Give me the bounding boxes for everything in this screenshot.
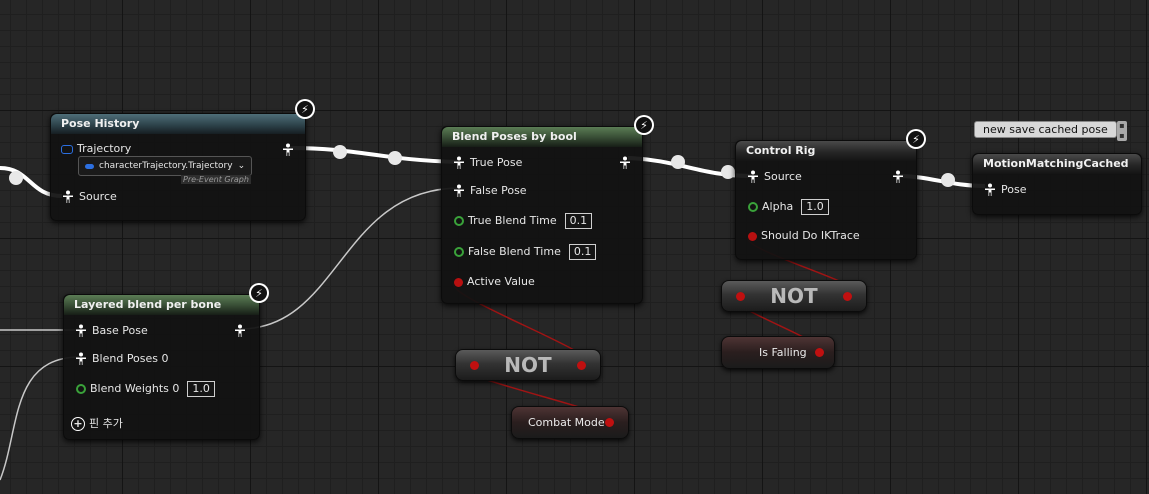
should-do-iktrace-label: Should Do IKTrace (761, 229, 860, 242)
false-blend-time-pin-row[interactable]: False Blend Time 0.1 (454, 244, 597, 260)
pose-pin-icon[interactable] (61, 190, 75, 204)
pose-pin-icon[interactable] (74, 324, 88, 338)
false-pose-label: False Pose (470, 184, 527, 197)
pose-pin-icon[interactable] (452, 184, 466, 198)
trajectory-pin-row[interactable]: Trajectory (61, 141, 131, 157)
is-falling-variable[interactable]: Is Falling (721, 336, 835, 369)
layered-blend-per-bone-node[interactable]: Layered blend per bone Base Pose Blend P… (63, 294, 260, 440)
base-pose-pin-row[interactable]: Base Pose (74, 323, 148, 339)
pre-event-label: Pre-Event Graph (181, 175, 251, 184)
false-blend-time-input[interactable]: 0.1 (568, 244, 597, 260)
trajectory-value: characterTrajectory.Trajectory (99, 161, 233, 171)
fast-path-icon: ⚡ (634, 115, 654, 135)
blend-weights-0-pin-row[interactable]: Blend Weights 0 1.0 (76, 381, 215, 397)
struct-pin-icon[interactable] (61, 144, 73, 154)
node-comment-bubble[interactable]: new save cached pose (974, 121, 1117, 138)
should-do-iktrace-pin-row[interactable]: Should Do IKTrace (748, 228, 860, 244)
combat-mode-variable[interactable]: Combat Mode (511, 406, 629, 439)
blend-poses-by-bool-node[interactable]: Blend Poses by bool True Pose False Pose… (441, 126, 643, 304)
blend-weights-0-input[interactable]: 1.0 (187, 381, 215, 397)
true-blend-time-pin-row[interactable]: True Blend Time 0.1 (454, 213, 593, 229)
node-title: Blend Poses by bool (442, 127, 642, 147)
trajectory-dropdown[interactable]: characterTrajectory.Trajectory ⌄ (78, 156, 253, 176)
add-pin-button[interactable]: + 핀 추가 (71, 416, 123, 432)
wire-knot (388, 151, 402, 165)
not-label: NOT (770, 284, 818, 308)
wire-knot (941, 173, 955, 187)
struct-icon (85, 163, 94, 169)
pose-history-node[interactable]: Pose History Trajectory characterTraject… (50, 113, 306, 221)
bool-pin-icon[interactable] (454, 277, 463, 287)
source-pin-row[interactable]: Source (746, 169, 802, 185)
output-pose-pin-icon[interactable] (618, 156, 632, 170)
pose-pin-icon[interactable] (983, 183, 997, 197)
fast-path-icon: ⚡ (906, 129, 926, 149)
bool-output-pin-icon[interactable] (843, 292, 852, 301)
false-blend-time-label: False Blend Time (468, 245, 561, 258)
wire-knot (9, 171, 23, 185)
source-pin-row[interactable]: Source (61, 189, 117, 205)
pose-pin-row[interactable]: Pose (983, 182, 1026, 198)
true-pose-pin-row[interactable]: True Pose (452, 155, 522, 171)
pose-label: Pose (1001, 183, 1027, 196)
false-pose-pin-row[interactable]: False Pose (452, 183, 527, 199)
bool-output-pin-icon[interactable] (605, 418, 614, 427)
variable-label: Combat Mode (528, 416, 605, 429)
pose-pin-icon[interactable] (746, 170, 760, 184)
base-pose-label: Base Pose (92, 324, 148, 337)
true-pose-label: True Pose (470, 156, 523, 169)
wire-knot (333, 145, 347, 159)
add-pin-label: 핀 추가 (89, 417, 123, 430)
source-label: Source (764, 170, 802, 183)
blend-poses-0-label: Blend Poses 0 (92, 352, 169, 365)
not-node[interactable]: NOT (455, 349, 601, 381)
alpha-label: Alpha (762, 200, 794, 213)
bool-output-pin-icon[interactable] (815, 348, 824, 357)
float-pin-icon[interactable] (748, 202, 758, 212)
float-pin-icon[interactable] (454, 247, 464, 257)
blend-weights-0-label: Blend Weights 0 (90, 382, 180, 395)
trajectory-label: Trajectory (77, 142, 132, 155)
bool-input-pin-icon[interactable] (470, 361, 479, 370)
plus-circle-icon: + (71, 417, 85, 431)
true-blend-time-input[interactable]: 0.1 (564, 213, 593, 229)
active-value-label: Active Value (467, 275, 535, 288)
blend-poses-0-pin-row[interactable]: Blend Poses 0 (74, 351, 169, 367)
output-pose-pin-icon[interactable] (233, 324, 247, 338)
not-label: NOT (504, 353, 552, 377)
true-blend-time-label: True Blend Time (468, 214, 557, 227)
control-rig-node[interactable]: Control Rig Source Alpha 1.0 Should Do I… (735, 140, 917, 260)
comment-pin-toggle[interactable]: ▪ ▪ (1117, 121, 1127, 141)
output-pose-pin-icon[interactable] (281, 143, 295, 157)
alpha-input[interactable]: 1.0 (801, 199, 829, 215)
float-pin-icon[interactable] (454, 216, 464, 226)
node-title: MotionMatchingCached (973, 154, 1141, 174)
wire-knot (671, 155, 685, 169)
pose-pin-icon[interactable] (74, 352, 88, 366)
comment-text: new save cached pose (983, 123, 1108, 136)
bool-output-pin-icon[interactable] (577, 361, 586, 370)
node-title: Control Rig (736, 141, 916, 161)
alpha-pin-row[interactable]: Alpha 1.0 (748, 199, 829, 215)
node-title: Layered blend per bone (64, 295, 259, 315)
output-pose-pin-icon[interactable] (891, 170, 905, 184)
node-title: Pose History (51, 114, 305, 134)
wire-knot (721, 165, 735, 179)
source-label: Source (79, 190, 117, 203)
fast-path-icon: ⚡ (295, 99, 315, 119)
bool-pin-icon[interactable] (748, 231, 757, 241)
active-value-pin-row[interactable]: Active Value (454, 274, 535, 290)
fast-path-icon: ⚡ (249, 283, 269, 303)
not-node[interactable]: NOT (721, 280, 867, 312)
variable-label: Is Falling (759, 346, 807, 359)
chevron-down-icon: ⌄ (237, 161, 246, 171)
wire-pose-history-to-blend (289, 146, 459, 164)
bool-input-pin-icon[interactable] (736, 292, 745, 301)
float-pin-icon[interactable] (76, 384, 86, 394)
pose-pin-icon[interactable] (452, 156, 466, 170)
motion-matching-cached-node[interactable]: MotionMatchingCached Pose (972, 153, 1142, 215)
